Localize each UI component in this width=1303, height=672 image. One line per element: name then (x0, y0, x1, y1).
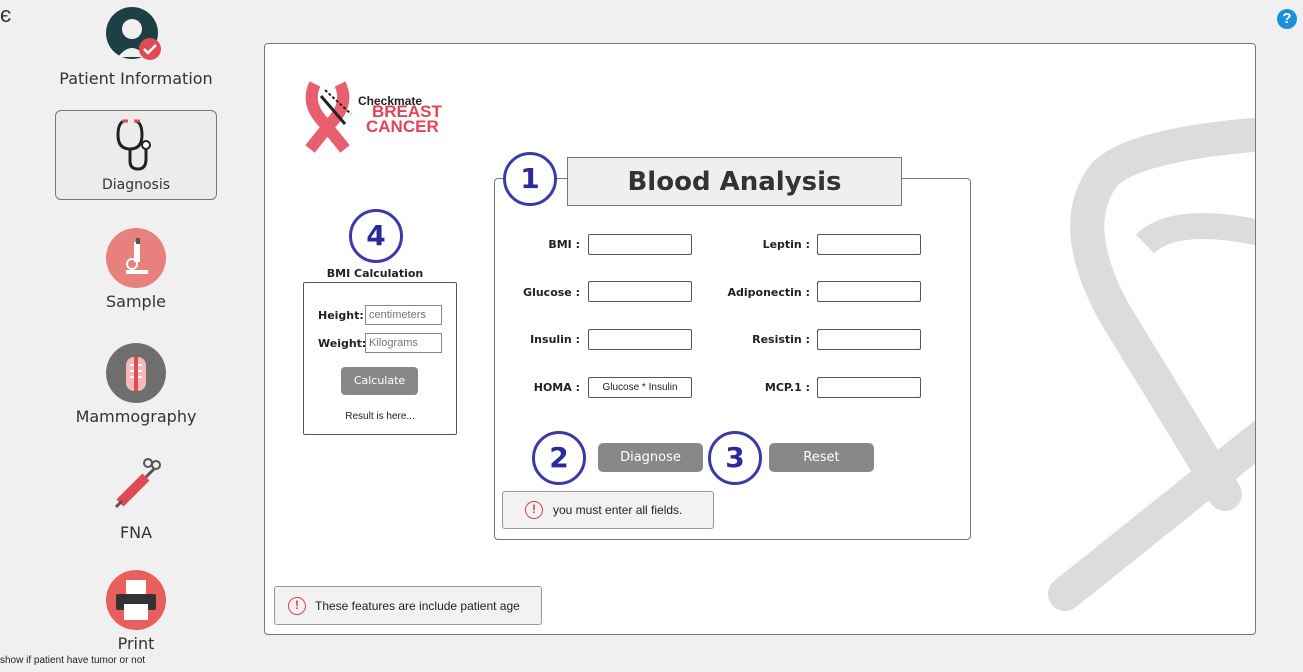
sidebar-item-fna[interactable]: FNA (55, 455, 217, 542)
printer-icon (106, 570, 166, 630)
resistin-label: Resistin : (752, 333, 810, 346)
sidebar-item-label: Print (117, 634, 155, 653)
blood-analysis-box (494, 178, 971, 540)
sidebar-item-label: Sample (106, 292, 166, 311)
bmi-field[interactable] (588, 234, 692, 255)
homa-label: HOMA : (533, 381, 580, 394)
mcp1-field[interactable] (817, 377, 921, 398)
bottom-note: show if patient have tumor or not (0, 655, 146, 666)
step-2-badge: 2 (532, 431, 586, 485)
step-1-badge: 1 (503, 152, 557, 206)
features-warning-text: These features are include patient age (315, 599, 520, 613)
bmi-field-label: BMI : (548, 238, 580, 251)
glucose-field[interactable] (588, 281, 692, 302)
fields-warning-text: you must enter all fields. (553, 503, 683, 517)
sidebar-item-print[interactable]: Print (55, 570, 217, 653)
glucose-label: Glucose : (523, 286, 580, 299)
step-4-badge: 4 (349, 209, 403, 263)
sidebar-item-mammography[interactable]: Mammography (55, 343, 217, 426)
sidebar-item-patient-information[interactable]: Patient Information (55, 5, 217, 88)
diagnose-button[interactable]: Diagnose (598, 443, 703, 472)
height-input[interactable] (365, 305, 442, 325)
step-3-badge: 3 (708, 431, 762, 485)
main-panel: Checkmate BREAST CANCER 4 BMI Calculatio… (264, 43, 1256, 635)
sidebar-item-label: FNA (119, 523, 153, 542)
bmi-title: BMI Calculation (326, 267, 424, 280)
adiponectin-label: Adiponectin : (727, 286, 811, 299)
sidebar-item-sample[interactable]: Sample (55, 228, 217, 311)
corner-glyph: є (0, 2, 12, 27)
sidebar-item-label: Mammography (75, 407, 197, 426)
ribbon-watermark-icon (1048, 117, 1255, 611)
bmi-calculator: Height: Weight: Calculate Result is here… (303, 282, 457, 435)
adiponectin-field[interactable] (817, 281, 921, 302)
warning-icon: ! (288, 597, 306, 615)
sidebar-item-label: Diagnosis (101, 177, 171, 193)
warning-icon: ! (525, 501, 543, 519)
fields-warning: ! you must enter all fields. (502, 491, 714, 529)
xray-icon (106, 343, 166, 403)
blood-analysis-title: Blood Analysis (567, 157, 902, 206)
leptin-field[interactable] (817, 234, 921, 255)
logo-brand: BREAST CANCER (366, 103, 442, 135)
height-label: Height: (318, 309, 364, 322)
weight-input[interactable] (365, 333, 442, 353)
syringe-icon (114, 458, 161, 509)
resistin-field[interactable] (817, 329, 921, 350)
mcp1-label: MCP.1 : (764, 381, 810, 394)
sidebar-item-diagnosis[interactable]: Diagnosis (55, 110, 217, 200)
ribbon-logo-icon (305, 81, 352, 153)
bmi-result: Result is here... (345, 411, 415, 422)
insulin-label: Insulin : (530, 333, 580, 346)
reset-button[interactable]: Reset (769, 443, 874, 472)
logo-line-cancer: CANCER (366, 117, 439, 136)
leptin-label: Leptin : (762, 238, 810, 251)
insulin-field[interactable] (588, 329, 692, 350)
patient-icon (106, 7, 161, 60)
weight-label: Weight: (318, 337, 367, 350)
calculate-button[interactable]: Calculate (341, 367, 418, 395)
microscope-icon (106, 228, 166, 288)
app-window: є ? Patient Information Diagnosis Sample… (0, 0, 1303, 672)
stethoscope-icon (116, 119, 151, 171)
help-icon[interactable]: ? (1277, 9, 1297, 29)
homa-field[interactable]: Glucose * Insulin (588, 377, 692, 398)
sidebar-item-label: Patient Information (59, 69, 213, 88)
features-warning: ! These features are include patient age (274, 586, 542, 625)
